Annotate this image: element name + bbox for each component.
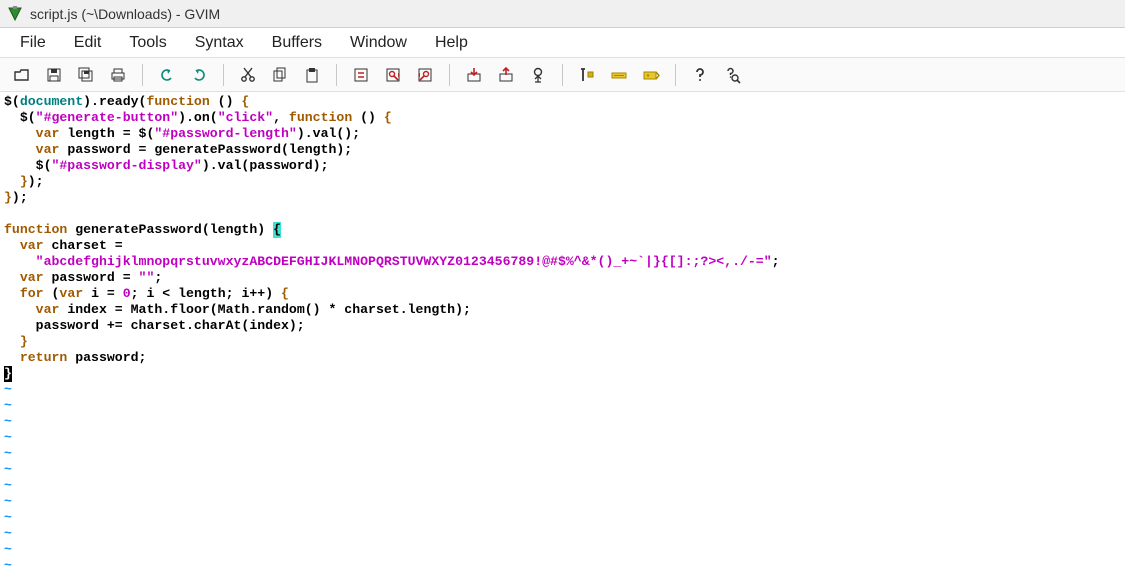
code-line: $("#generate-button").on("click", functi… bbox=[4, 110, 1121, 126]
code-line: var length = $("#password-length").val()… bbox=[4, 126, 1121, 142]
code-line: ~ bbox=[4, 446, 1121, 462]
find-prev-icon[interactable] bbox=[411, 63, 439, 87]
find-replace-icon[interactable] bbox=[347, 63, 375, 87]
code-line: var password = generatePassword(length); bbox=[4, 142, 1121, 158]
matching-brace: } bbox=[4, 366, 12, 382]
code-line: var password = ""; bbox=[4, 270, 1121, 286]
menu-window[interactable]: Window bbox=[336, 30, 421, 56]
cursor: { bbox=[273, 222, 281, 238]
print-icon[interactable] bbox=[104, 63, 132, 87]
toolbar bbox=[0, 58, 1125, 92]
menu-buffers[interactable]: Buffers bbox=[258, 30, 336, 56]
code-line bbox=[4, 206, 1121, 222]
window-title: script.js (~\Downloads) - GVIM bbox=[30, 6, 220, 22]
help-icon[interactable] bbox=[686, 63, 714, 87]
end-of-buffer-tilde: ~ bbox=[4, 382, 12, 397]
save-icon[interactable] bbox=[40, 63, 68, 87]
end-of-buffer-tilde: ~ bbox=[4, 446, 12, 461]
toolbar-separator bbox=[449, 64, 450, 86]
code-line: }); bbox=[4, 174, 1121, 190]
save-all-icon[interactable] bbox=[72, 63, 100, 87]
shell-icon[interactable] bbox=[605, 63, 633, 87]
code-line: ~ bbox=[4, 430, 1121, 446]
undo-icon[interactable] bbox=[153, 63, 181, 87]
code-line: ~ bbox=[4, 398, 1121, 414]
editor-area[interactable]: $(document).ready(function () { $("#gene… bbox=[0, 92, 1125, 587]
cut-icon[interactable] bbox=[234, 63, 262, 87]
toolbar-separator bbox=[336, 64, 337, 86]
copy-icon[interactable] bbox=[266, 63, 294, 87]
menu-file[interactable]: File bbox=[6, 30, 60, 56]
make-icon[interactable] bbox=[573, 63, 601, 87]
code-line: }); bbox=[4, 190, 1121, 206]
end-of-buffer-tilde: ~ bbox=[4, 430, 12, 445]
end-of-buffer-tilde: ~ bbox=[4, 478, 12, 493]
menu-syntax[interactable]: Syntax bbox=[181, 30, 258, 56]
code-line: var charset = bbox=[4, 238, 1121, 254]
code-line: "abcdefghijklmnopqrstuvwxyzABCDEFGHIJKLM… bbox=[4, 254, 1121, 270]
redo-icon[interactable] bbox=[185, 63, 213, 87]
code-line: ~ bbox=[4, 462, 1121, 478]
code-line: $("#password-display").val(password); bbox=[4, 158, 1121, 174]
code-line: ~ bbox=[4, 414, 1121, 430]
code-line: ~ bbox=[4, 558, 1121, 574]
code-line: for (var i = 0; i < length; i++) { bbox=[4, 286, 1121, 302]
end-of-buffer-tilde: ~ bbox=[4, 558, 12, 573]
save-session-icon[interactable] bbox=[492, 63, 520, 87]
end-of-buffer-tilde: ~ bbox=[4, 510, 12, 525]
code-line: ~ bbox=[4, 542, 1121, 558]
title-bar: script.js (~\Downloads) - GVIM bbox=[0, 0, 1125, 28]
toolbar-separator bbox=[562, 64, 563, 86]
end-of-buffer-tilde: ~ bbox=[4, 526, 12, 541]
end-of-buffer-tilde: ~ bbox=[4, 414, 12, 429]
code-line: return password; bbox=[4, 350, 1121, 366]
code-line: $(document).ready(function () { bbox=[4, 94, 1121, 110]
toolbar-separator bbox=[142, 64, 143, 86]
menu-edit[interactable]: Edit bbox=[60, 30, 116, 56]
code-line: ~ bbox=[4, 478, 1121, 494]
load-session-icon[interactable] bbox=[460, 63, 488, 87]
paste-icon[interactable] bbox=[298, 63, 326, 87]
code-line: function generatePassword(length) { bbox=[4, 222, 1121, 238]
code-line: ~ bbox=[4, 382, 1121, 398]
code-line: password += charset.charAt(index); bbox=[4, 318, 1121, 334]
code-line: ~ bbox=[4, 494, 1121, 510]
end-of-buffer-tilde: ~ bbox=[4, 542, 12, 557]
run-script-icon[interactable] bbox=[524, 63, 552, 87]
toolbar-separator bbox=[675, 64, 676, 86]
code-line: } bbox=[4, 334, 1121, 350]
code-line: } bbox=[4, 366, 1121, 382]
find-next-icon[interactable] bbox=[379, 63, 407, 87]
end-of-buffer-tilde: ~ bbox=[4, 494, 12, 509]
end-of-buffer-tilde: ~ bbox=[4, 462, 12, 477]
code-line: ~ bbox=[4, 510, 1121, 526]
menu-bar: FileEditToolsSyntaxBuffersWindowHelp bbox=[0, 28, 1125, 58]
open-icon[interactable] bbox=[8, 63, 36, 87]
find-help-icon[interactable] bbox=[718, 63, 746, 87]
tag-icon[interactable] bbox=[637, 63, 665, 87]
menu-help[interactable]: Help bbox=[421, 30, 482, 56]
code-line: ~ bbox=[4, 526, 1121, 542]
menu-tools[interactable]: Tools bbox=[115, 30, 180, 56]
end-of-buffer-tilde: ~ bbox=[4, 398, 12, 413]
gvim-app-icon bbox=[6, 5, 24, 23]
toolbar-separator bbox=[223, 64, 224, 86]
code-line: var index = Math.floor(Math.random() * c… bbox=[4, 302, 1121, 318]
